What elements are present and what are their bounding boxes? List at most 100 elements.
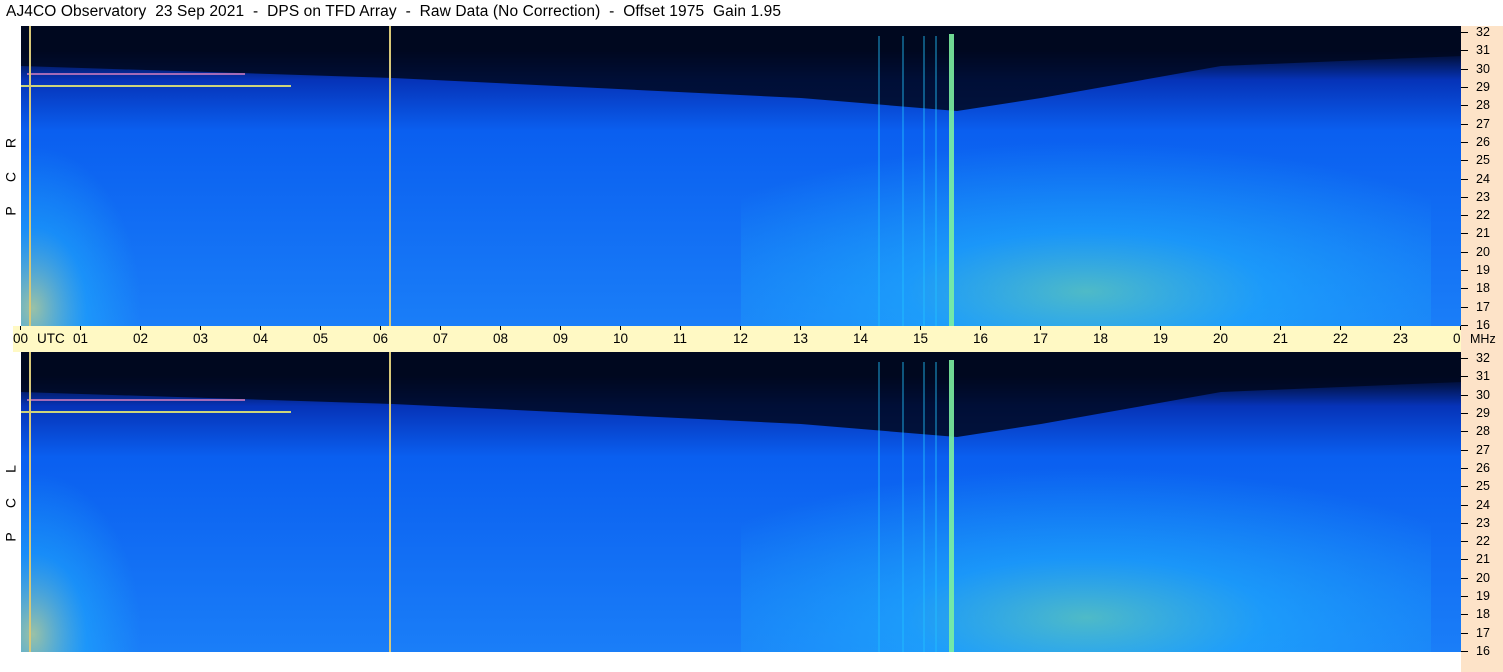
frequency-tick-label: 27 (1476, 442, 1490, 457)
time-tick (800, 326, 801, 330)
time-tick-label: 11 (673, 331, 688, 346)
time-tick-label: 16 (973, 331, 989, 346)
time-tick (1160, 326, 1161, 330)
polarization-letter: R (2, 137, 19, 149)
early-activity-glow (21, 472, 141, 652)
time-tick (1220, 326, 1221, 330)
frequency-tick-label: 31 (1476, 43, 1490, 58)
frequency-tick-label: 29 (1476, 405, 1490, 420)
frequency-tick (1461, 596, 1468, 598)
polarization-letter: L (2, 465, 19, 473)
time-tick (1100, 326, 1101, 330)
frequency-tick-label: 23 (1476, 189, 1490, 204)
frequency-tick-label: 22 (1476, 534, 1490, 549)
frequency-tick-label: 28 (1476, 98, 1490, 113)
time-tick-label: 02 (133, 331, 149, 346)
frequency-tick-label: 23 (1476, 515, 1490, 530)
lcp-spectrogram (21, 352, 1461, 652)
time-tick (320, 326, 321, 330)
frequency-tick-label: 27 (1476, 116, 1490, 131)
time-tick-label: 23 (1393, 331, 1409, 346)
frequency-tick (1461, 559, 1468, 561)
time-tick (1340, 326, 1341, 330)
time-tick-label: 03 (193, 331, 209, 346)
frequency-tick (1461, 215, 1468, 217)
frequency-tick-label: 19 (1476, 263, 1490, 278)
polarization-letter: P (2, 532, 19, 542)
frequency-tick (1461, 270, 1468, 272)
frequency-tick-label: 28 (1476, 424, 1490, 439)
time-tick (680, 326, 681, 330)
time-tick-label: 05 (313, 331, 329, 346)
frequency-tick-label: 25 (1476, 479, 1490, 494)
time-tick-label: 04 (253, 331, 269, 346)
time-tick (140, 326, 141, 330)
frequency-tick (1461, 577, 1468, 579)
time-tick (260, 326, 261, 330)
time-tick-label: 01 (73, 331, 89, 346)
frequency-tick-label: 21 (1476, 552, 1490, 567)
frequency-tick (1461, 449, 1468, 451)
lcp-heatmap-svg (21, 352, 1461, 652)
activity-region (741, 96, 1431, 326)
frequency-tick (1461, 541, 1468, 543)
time-tick-label: 06 (373, 331, 389, 346)
time-tick (440, 326, 441, 330)
frequency-tick-label: 18 (1476, 281, 1490, 296)
frequency-tick-label: 16 (1476, 644, 1490, 658)
frequency-tick (1461, 358, 1468, 359)
time-unit-label: UTC (37, 331, 65, 346)
frequency-tick-label: 31 (1476, 369, 1490, 384)
frequency-tick-label: 32 (1476, 25, 1490, 39)
frequency-tick-label: 22 (1476, 208, 1490, 223)
frequency-tick-label: 20 (1476, 570, 1490, 585)
frequency-tick (1461, 431, 1468, 433)
frequency-tick-label: 17 (1476, 299, 1490, 314)
polarization-letter: C (2, 497, 19, 509)
time-tick (860, 326, 861, 330)
chart-title: AJ4CO Observatory 23 Sep 2021 - DPS on T… (6, 3, 782, 20)
frequency-tick-label: 21 (1476, 226, 1490, 241)
frequency-tick (1461, 141, 1468, 143)
time-tick-label: 15 (913, 331, 929, 346)
frequency-tick (1461, 394, 1468, 396)
activity-region (741, 422, 1431, 652)
frequency-tick (1461, 86, 1468, 88)
frequency-tick (1461, 288, 1468, 290)
frequency-tick-label: 30 (1476, 61, 1490, 76)
time-tick (1040, 326, 1041, 330)
frequency-tick-label: 24 (1476, 497, 1490, 512)
time-tick (980, 326, 981, 330)
frequency-tick (1461, 325, 1468, 326)
time-tick (200, 326, 201, 330)
time-tick (740, 326, 741, 330)
frequency-tick (1461, 504, 1468, 506)
frequency-tick-label: 18 (1476, 607, 1490, 622)
frequency-tick-label: 26 (1476, 460, 1490, 475)
frequency-tick (1461, 467, 1468, 469)
frequency-tick (1461, 614, 1468, 616)
frequency-tick (1461, 376, 1468, 378)
time-tick (20, 326, 21, 330)
frequency-tick (1461, 178, 1468, 180)
frequency-tick (1461, 233, 1468, 235)
frequency-tick (1461, 486, 1468, 488)
frequency-tick (1461, 651, 1468, 652)
frequency-tick-label: 20 (1476, 244, 1490, 259)
time-tick-label: 14 (853, 331, 869, 346)
time-tick-label: 00 (13, 331, 29, 346)
time-tick (500, 326, 501, 330)
frequency-tick (1461, 68, 1468, 70)
frequency-tick-label: 19 (1476, 589, 1490, 604)
frequency-tick-label: 25 (1476, 153, 1490, 168)
frequency-tick (1461, 632, 1468, 634)
time-tick-label: 09 (553, 331, 569, 346)
frequency-tick (1461, 522, 1468, 524)
rcp-heatmap-svg (21, 26, 1461, 326)
time-tick-label: 07 (433, 331, 449, 346)
time-tick (380, 326, 381, 330)
bottom-margin (13, 652, 1461, 672)
frequency-tick (1461, 412, 1468, 414)
frequency-tick (1461, 50, 1468, 52)
time-tick-label: 18 (1093, 331, 1109, 346)
